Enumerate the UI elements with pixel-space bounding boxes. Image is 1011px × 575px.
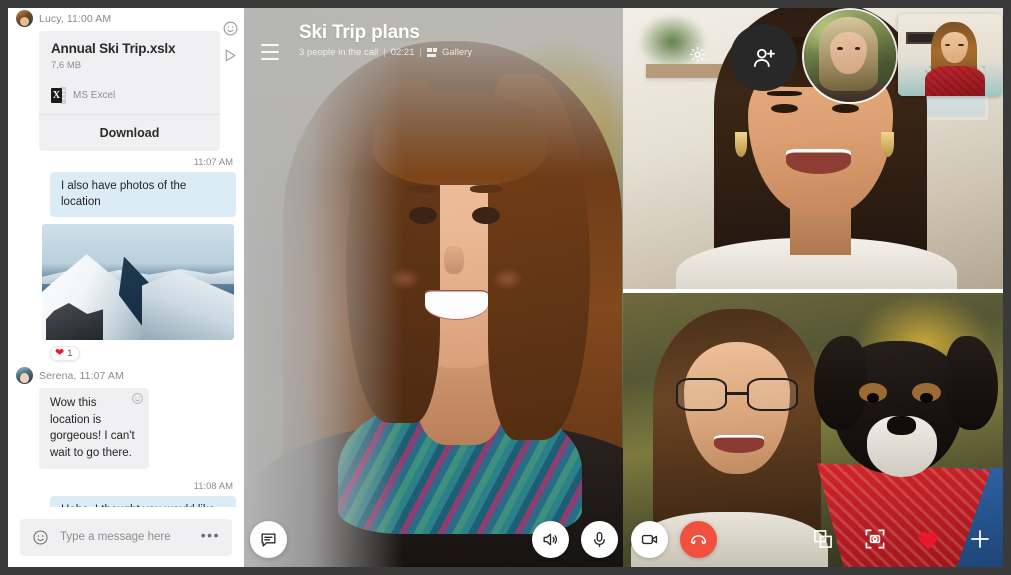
- sender-row: Serena, 11:07 AM: [8, 365, 244, 386]
- speaker-button[interactable]: [532, 521, 569, 558]
- message-timestamp: 11:07 AM: [193, 157, 233, 168]
- gear-icon[interactable]: [688, 45, 707, 64]
- message-list[interactable]: Lucy, 11:00 AM Annual Ski Trip.xslx 7,6 …: [8, 8, 244, 507]
- call-duration: 02:21: [390, 47, 415, 58]
- eyeglasses: [676, 377, 798, 411]
- file-type-label: MS Excel: [73, 90, 116, 101]
- main-video-tile[interactable]: Ski Trip plans 3 people in the call | 02…: [244, 8, 623, 567]
- forward-icon[interactable]: [222, 47, 239, 64]
- message-hover-tools: [222, 20, 239, 64]
- separator: |: [383, 47, 386, 58]
- avatar: [16, 367, 33, 385]
- call-title: Ski Trip plans: [299, 22, 420, 43]
- add-person-button[interactable]: [730, 24, 797, 91]
- emoji-reaction-icon[interactable]: [222, 20, 239, 37]
- self-view-tile[interactable]: [898, 14, 1002, 96]
- call-header: Ski Trip plans 3 people in the call | 02…: [244, 8, 623, 72]
- excel-file-icon: X: [51, 87, 66, 104]
- snapshot-icon[interactable]: [864, 528, 886, 550]
- message-bubble-incoming[interactable]: Wow this location is gorgeous! I can't w…: [39, 388, 149, 469]
- message-timestamp: 11:08 AM: [193, 480, 233, 492]
- message-input-placeholder: Type a message here: [60, 531, 171, 543]
- gallery-layout-icon[interactable]: [426, 48, 437, 57]
- file-card[interactable]: Annual Ski Trip.xslx 7,6 MB X MS Excel D…: [39, 31, 220, 151]
- separator: |: [419, 47, 422, 58]
- file-name: Annual Ski Trip.xslx: [51, 41, 176, 56]
- participant-avatar-tile[interactable]: [802, 8, 898, 104]
- chat-panel: Lucy, 11:00 AM Annual Ski Trip.xslx 7,6 …: [8, 8, 244, 567]
- call-subtitle: 3 people in the call | 02:21 | Gallery: [299, 47, 623, 58]
- message-image-mountain[interactable]: [42, 224, 234, 341]
- message-bubble-outgoing[interactable]: Hehe, I thought you would like it.: [50, 495, 236, 507]
- message-bubble-outgoing[interactable]: I also have photos of the location: [50, 172, 236, 218]
- message-input[interactable]: Type a message here •••: [20, 518, 232, 556]
- message-composer: Type a message here •••: [8, 507, 244, 567]
- emoji-reaction-icon[interactable]: [131, 392, 144, 405]
- message-text: Wow this location is gorgeous! I can't w…: [50, 397, 135, 460]
- sender-label: Serena, 11:07 AM: [39, 369, 124, 382]
- sender-label: Lucy, 11:00 AM: [39, 12, 112, 25]
- download-button[interactable]: Download: [39, 114, 220, 151]
- end-call-button[interactable]: [680, 521, 717, 558]
- microphone-button[interactable]: [581, 521, 618, 558]
- reaction-count: 1: [67, 348, 73, 360]
- screen-share-icon[interactable]: [812, 528, 834, 550]
- heart-icon: ❤: [55, 347, 65, 360]
- chat-toggle-button[interactable]: [250, 521, 287, 558]
- camera-button[interactable]: [631, 521, 668, 558]
- more-options-icon[interactable]: •••: [201, 528, 220, 547]
- participants-count: 3 people in the call: [299, 47, 379, 58]
- skype-call-window: Lucy, 11:00 AM Annual Ski Trip.xslx 7,6 …: [0, 0, 1011, 575]
- file-message: Lucy, 11:00 AM Annual Ski Trip.xslx 7,6 …: [8, 8, 244, 151]
- incoming-message: Serena, 11:07 AM Wow this location is go…: [8, 365, 244, 469]
- hamburger-menu-icon[interactable]: [261, 44, 279, 65]
- file-size: 7,6 MB: [51, 60, 82, 71]
- layout-label[interactable]: Gallery: [442, 47, 472, 58]
- heart-icon[interactable]: [916, 528, 940, 550]
- reaction-badge[interactable]: ❤ 1: [50, 346, 80, 362]
- avatar: [16, 10, 33, 27]
- sender-row: Lucy, 11:00 AM: [8, 8, 244, 29]
- plus-icon[interactable]: [968, 527, 992, 551]
- smiley-icon[interactable]: [32, 529, 49, 546]
- participant-tile-2[interactable]: [623, 293, 1003, 567]
- file-type-row: X MS Excel: [51, 87, 208, 114]
